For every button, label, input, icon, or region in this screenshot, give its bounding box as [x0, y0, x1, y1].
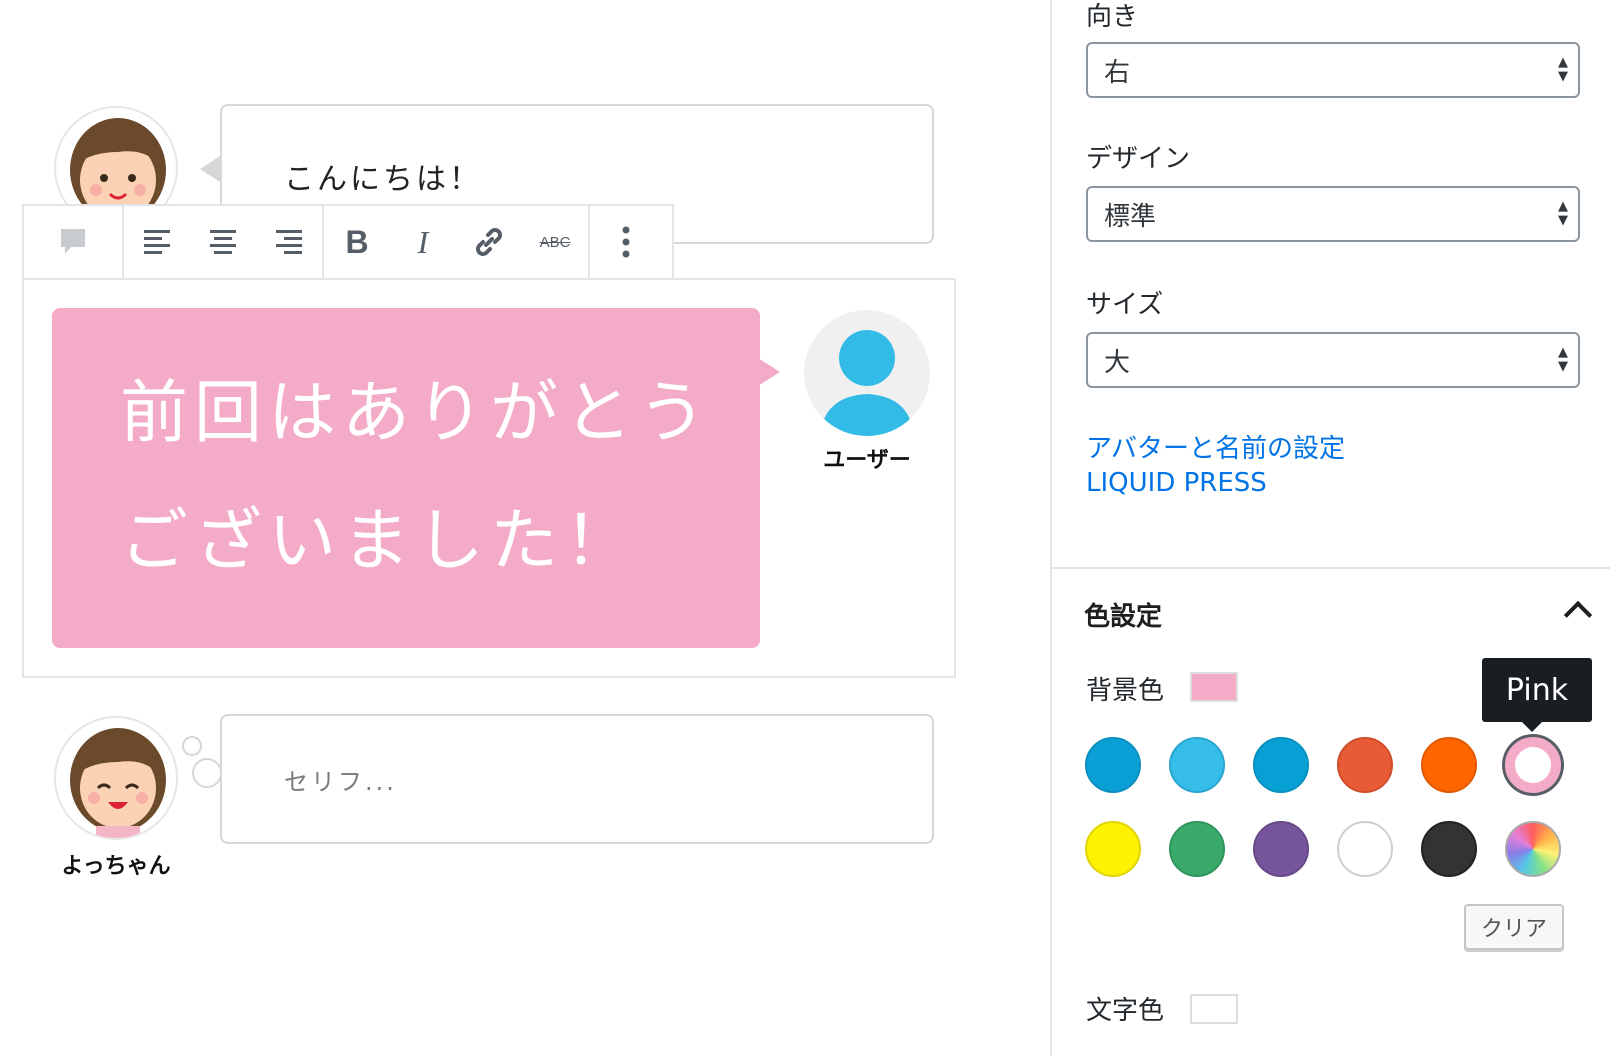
direction-label: 向き — [1086, 2, 1139, 32]
select-arrows-icon: ▲ ▼ — [1558, 55, 1568, 84]
color-swatch-blue[interactable] — [1253, 737, 1309, 793]
text-color-preview — [1190, 994, 1238, 1024]
link-icon[interactable] — [456, 206, 522, 278]
color-swatch-red-orange[interactable] — [1337, 737, 1393, 793]
size-label: サイズ — [1086, 290, 1164, 320]
more-options-icon[interactable] — [590, 206, 662, 278]
select-arrows-icon: ▲ ▼ — [1558, 199, 1568, 228]
format-group: B I ABC — [324, 206, 590, 278]
design-select[interactable]: 標準 ▲ ▼ — [1086, 186, 1580, 242]
color-swatch-black[interactable] — [1421, 821, 1477, 877]
alignment-group — [124, 206, 324, 278]
align-left-icon[interactable] — [124, 206, 190, 278]
avatar-user — [804, 310, 930, 436]
color-swatch-white[interactable] — [1337, 821, 1393, 877]
align-center-icon[interactable] — [190, 206, 256, 278]
color-swatch-yellow[interactable] — [1085, 821, 1141, 877]
liquid-press-link[interactable]: LIQUID PRESS — [1086, 468, 1267, 498]
select-arrows-icon: ▲ ▼ — [1558, 345, 1568, 374]
size-select[interactable]: 大 ▲ ▼ — [1086, 332, 1580, 388]
color-swatch-green[interactable] — [1169, 821, 1225, 877]
color-swatch-sky-blue[interactable] — [1169, 737, 1225, 793]
bubble-line-1[interactable]: 前回はありがとう — [120, 350, 740, 478]
bubble-line-2[interactable]: ございました！ — [120, 478, 740, 606]
tooltip-arrow — [1522, 722, 1542, 732]
chevron-up-icon[interactable] — [1563, 600, 1593, 630]
think-dot-small — [182, 736, 202, 756]
direction-value: 右 — [1104, 58, 1131, 88]
avatar-yocchan-bottom — [54, 716, 178, 840]
girl-smile-avatar-icon — [70, 728, 166, 838]
think-dot-large — [192, 758, 222, 788]
bubble-tail — [200, 156, 220, 182]
bubble-tail-right — [758, 358, 780, 386]
bg-color-label: 背景色 — [1086, 676, 1165, 706]
color-swatch-pink-selected[interactable] — [1505, 737, 1561, 793]
bubble-text-top[interactable]: こんにちは！ — [284, 154, 482, 198]
bg-color-preview — [1190, 672, 1238, 702]
size-value: 大 — [1104, 348, 1131, 378]
bold-button[interactable]: B — [324, 206, 390, 278]
align-right-icon[interactable] — [256, 206, 322, 278]
custom-color-gradient-icon[interactable] — [1505, 821, 1561, 877]
bubble-text-selected[interactable]: 前回はありがとう ございました！ — [120, 350, 740, 606]
block-toolbar: B I ABC — [22, 204, 674, 280]
avatar-name-yocchan: よっちゃん — [61, 854, 171, 879]
more-group — [590, 206, 662, 278]
user-silhouette-icon — [820, 330, 914, 436]
clear-color-button[interactable]: クリア — [1464, 904, 1564, 950]
avatar-name-user: ユーザー — [823, 448, 911, 473]
italic-button[interactable]: I — [390, 206, 456, 278]
speech-bubble-selected[interactable]: 前回はありがとう ございました！ — [52, 308, 760, 648]
settings-sidebar: 向き 右 ▲ ▼ デザイン 標準 ▲ ▼ サイズ 大 ▲ ▼ アバターと名前の設定 L… — [1050, 0, 1610, 1056]
balloon-block-icon[interactable] — [24, 206, 122, 278]
strikethrough-button[interactable]: ABC — [522, 206, 588, 278]
text-color-label: 文字色 — [1086, 996, 1165, 1026]
color-tooltip: Pink — [1482, 658, 1592, 722]
design-value: 標準 — [1104, 202, 1157, 232]
block-type-group — [24, 206, 124, 278]
panel-divider — [1052, 567, 1610, 569]
color-swatch-purple[interactable] — [1253, 821, 1309, 877]
color-panel-title[interactable]: 色設定 — [1084, 596, 1162, 633]
bubble-placeholder-bottom[interactable]: セリフ... — [284, 762, 397, 797]
direction-select[interactable]: 右 ▲ ▼ — [1086, 42, 1580, 98]
design-label: デザイン — [1086, 144, 1191, 174]
color-swatch-orange[interactable] — [1421, 737, 1477, 793]
avatar-settings-link[interactable]: アバターと名前の設定 — [1086, 428, 1345, 465]
color-swatch-blue-dark[interactable] — [1085, 737, 1141, 793]
